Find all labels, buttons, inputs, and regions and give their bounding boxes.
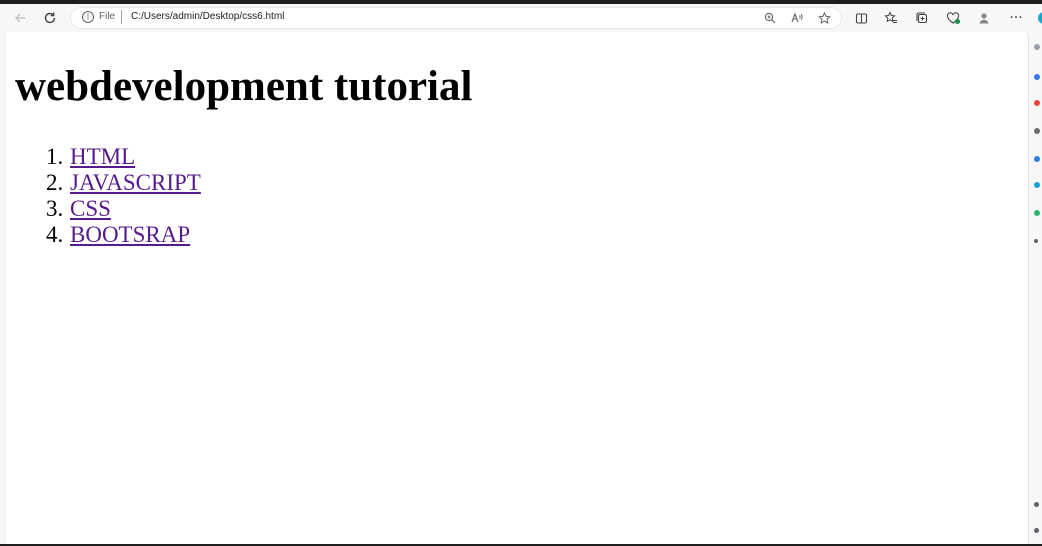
- list-number: 2.: [46, 170, 64, 195]
- split-screen-icon[interactable]: [851, 8, 871, 28]
- address-separator: [121, 10, 122, 24]
- reload-icon[interactable]: [40, 8, 60, 28]
- profile-icon[interactable]: [974, 8, 994, 28]
- sidebar-settings-icon[interactable]: [1034, 502, 1039, 507]
- favorites-icon[interactable]: [881, 8, 901, 28]
- star-icon[interactable]: [816, 10, 832, 26]
- sidebar-drop-icon[interactable]: [1034, 210, 1040, 216]
- sidebar-search-icon[interactable]: [1034, 44, 1040, 50]
- url-text[interactable]: C:/Users/admin/Desktop/css6.html: [131, 11, 284, 22]
- sidebar-customize-icon[interactable]: [1034, 528, 1039, 533]
- read-aloud-icon[interactable]: [789, 10, 805, 26]
- heart-pulse-icon[interactable]: [943, 8, 963, 28]
- info-icon[interactable]: i: [82, 11, 94, 23]
- page-viewport: webdevelopment tutorial 1. HTML 2. JAVAS…: [6, 32, 1029, 544]
- list-number: 3.: [46, 196, 64, 221]
- back-arrow-icon[interactable]: [10, 8, 30, 28]
- sidebar-games-icon[interactable]: [1034, 128, 1040, 134]
- javascript-link[interactable]: JAVASCRIPT: [70, 170, 201, 196]
- list-number: 4.: [46, 222, 64, 247]
- address-bar[interactable]: i File C:/Users/admin/Desktop/css6.html: [70, 7, 842, 29]
- zoom-icon[interactable]: [762, 10, 778, 26]
- browser-window: i File C:/Users/admin/Desktop/css6.html: [0, 4, 1042, 544]
- browser-sidebar: [1030, 32, 1042, 544]
- html-link[interactable]: HTML: [70, 144, 135, 170]
- sidebar-tools-icon[interactable]: [1034, 100, 1040, 106]
- css-link[interactable]: CSS: [70, 196, 111, 222]
- sidebar-outlook-icon[interactable]: [1034, 182, 1040, 188]
- sidebar-add-icon[interactable]: [1034, 239, 1038, 243]
- bootstrap-link[interactable]: BOOTSRAP: [70, 222, 190, 248]
- page-title: webdevelopment tutorial: [15, 63, 473, 110]
- list-number: 1.: [46, 144, 64, 169]
- sidebar-shopping-icon[interactable]: [1034, 74, 1040, 80]
- scheme-label: File: [99, 11, 116, 22]
- browser-toolbar: i File C:/Users/admin/Desktop/css6.html: [0, 4, 1042, 32]
- collections-icon[interactable]: [912, 8, 932, 28]
- copilot-icon[interactable]: [1032, 8, 1042, 28]
- sidebar-office-icon[interactable]: [1034, 156, 1040, 162]
- more-icon[interactable]: ···: [1006, 8, 1026, 28]
